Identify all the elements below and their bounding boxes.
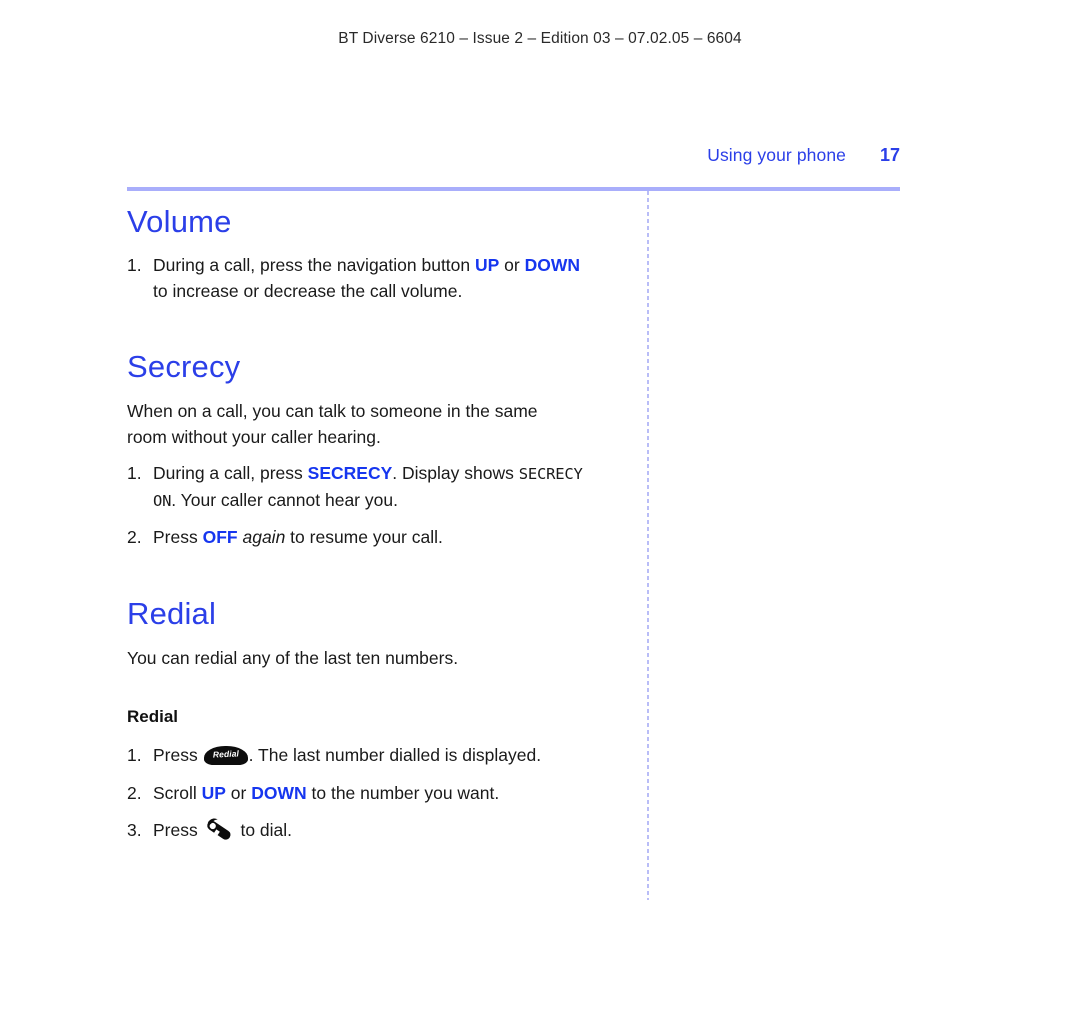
list-item: 1. During a call, press SECRECY. Display … bbox=[127, 461, 637, 514]
list-number: 2. bbox=[127, 782, 142, 803]
section-name: Using your phone bbox=[707, 145, 846, 165]
page-header: Using your phone 17 bbox=[127, 145, 900, 166]
list-number: 3. bbox=[127, 820, 142, 840]
list-number: 2. bbox=[127, 527, 142, 547]
conjunction: or bbox=[499, 255, 525, 275]
list-number: 1. bbox=[127, 463, 142, 483]
secrecy-intro-line1: When on a call, you can talk to someone … bbox=[127, 401, 538, 421]
step-text-line2: to increase or decrease the call volume. bbox=[153, 280, 463, 301]
heading-redial: Redial bbox=[127, 595, 217, 631]
step-text: Press bbox=[153, 820, 203, 840]
secrecy-intro: When on a call, you can talk to someone … bbox=[127, 399, 637, 450]
list-number: 1. bbox=[127, 255, 142, 275]
redial-intro: You can redial any of the last ten numbe… bbox=[127, 647, 459, 668]
column-divider bbox=[647, 191, 649, 900]
step-text: Press bbox=[153, 745, 203, 765]
display-text-secrecy: SECRECY bbox=[518, 465, 583, 483]
key-secrecy-label: SECRECY bbox=[307, 463, 393, 483]
step-text-b: . Display shows bbox=[392, 463, 519, 483]
list-number: 1. bbox=[127, 745, 142, 765]
subheading-redial: Redial bbox=[127, 707, 179, 726]
dial-handset-icon[interactable] bbox=[204, 818, 234, 842]
content-column: Volume 1. During a call, press the naviga… bbox=[127, 206, 637, 844]
running-head: BT Diverse 6210 – Issue 2 – Edition 03 –… bbox=[338, 30, 742, 47]
list-item: 2. Scroll UP or DOWN to the number you wa… bbox=[127, 781, 637, 807]
conjunction: or bbox=[225, 782, 252, 803]
redial-key-icon[interactable]: Redial bbox=[203, 746, 248, 765]
step-text-b: . The last number dialled is displayed. bbox=[248, 745, 542, 765]
page-number: 17 bbox=[879, 145, 900, 165]
display-text-on: ON bbox=[153, 491, 172, 510]
list-item: 2. Press OFF again to resume your call. bbox=[127, 525, 637, 551]
step-text: During a call, press bbox=[153, 463, 308, 483]
heading-volume: Volume bbox=[127, 204, 232, 239]
step-text-c: . Your caller cannot hear you. bbox=[171, 489, 398, 510]
step-text-b: to the number you want. bbox=[306, 782, 500, 803]
list-item: 3. Press to dial. bbox=[127, 818, 637, 844]
step-text-b: to dial. bbox=[235, 820, 293, 840]
header-rule bbox=[127, 187, 900, 191]
key-off-label: OFF bbox=[202, 527, 238, 547]
key-down-label: DOWN bbox=[524, 255, 581, 275]
emphasis-again: again bbox=[242, 527, 286, 547]
heading-secrecy: Secrecy bbox=[127, 349, 241, 384]
redial-key-label: Redial bbox=[212, 748, 239, 760]
step-text-b: to resume your call. bbox=[285, 527, 443, 547]
key-down-label: DOWN bbox=[251, 782, 307, 803]
list-item: 1. During a call, press the navigation bu… bbox=[127, 253, 637, 304]
secrecy-intro-line2: room without your caller hearing. bbox=[127, 426, 381, 447]
step-text: Scroll bbox=[153, 782, 202, 803]
key-up-label: UP bbox=[475, 255, 500, 275]
step-text: Press bbox=[153, 527, 203, 547]
list-item: 1. Press Redial . The last number dialled … bbox=[127, 743, 637, 769]
key-up-label: UP bbox=[201, 782, 226, 803]
step-text: During a call, press the navigation butt… bbox=[153, 255, 475, 275]
